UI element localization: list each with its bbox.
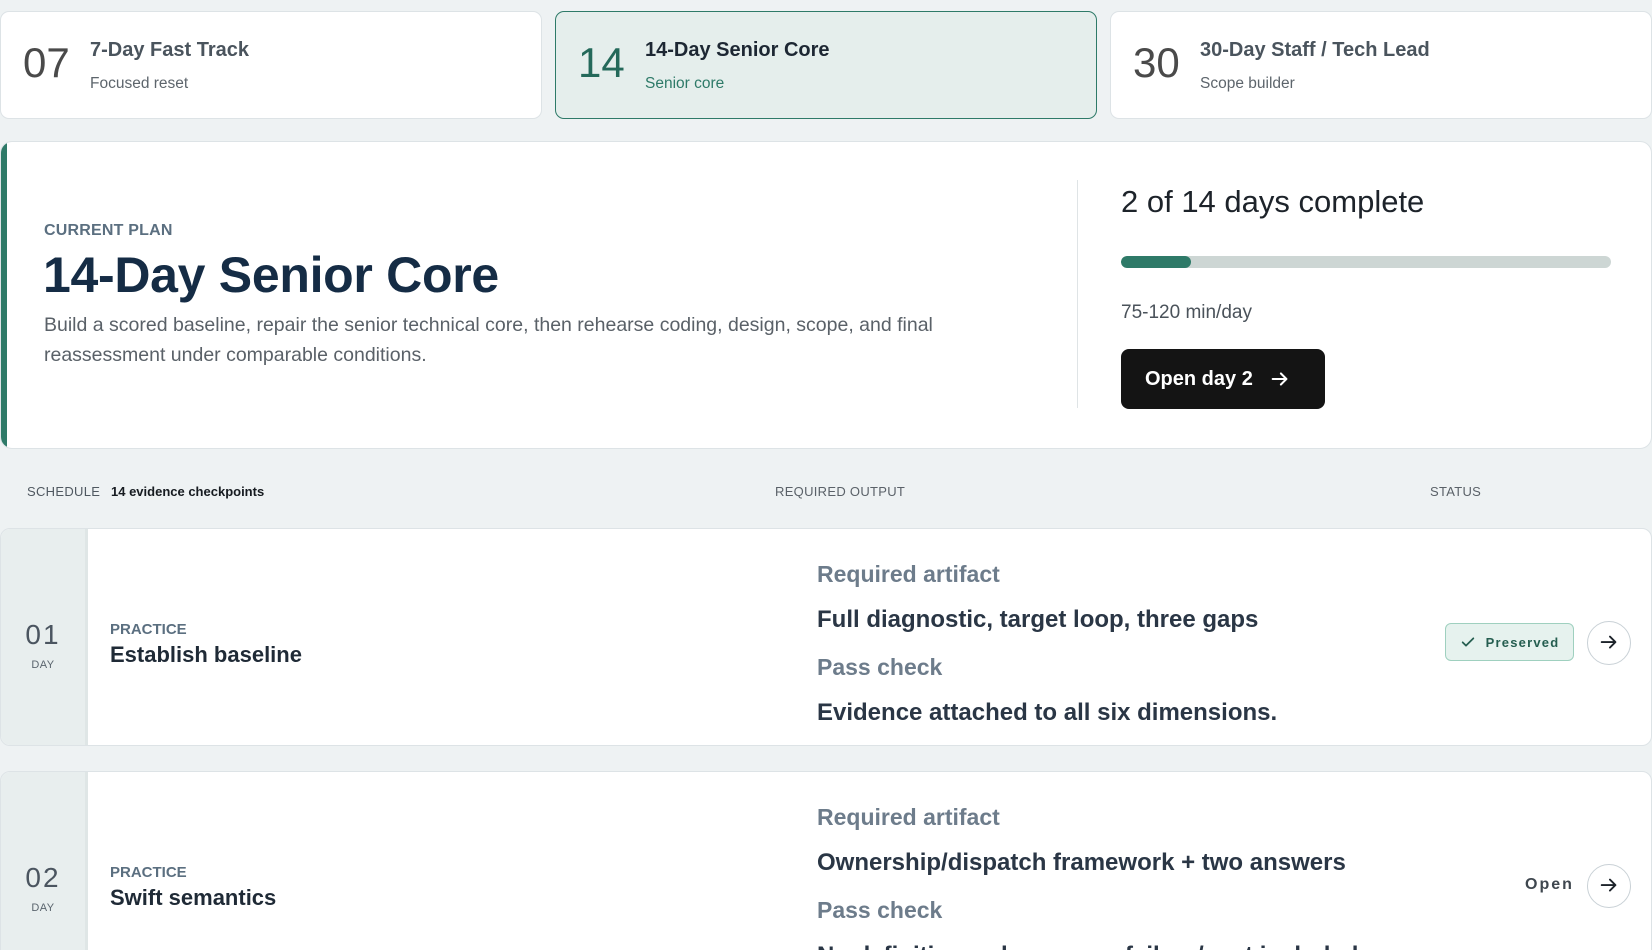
column-required-output: REQUIRED OUTPUT	[775, 484, 906, 499]
plan-number: 07	[23, 39, 70, 86]
plan-tab-14-day[interactable]: 14 14-Day Senior Core Senior core	[555, 11, 1097, 119]
plan-tabs: 07 7-Day Fast Track Focused reset 14 14-…	[0, 11, 1652, 119]
artifact-heading: Required artifact	[817, 561, 1000, 587]
current-plan-title: 14-Day Senior Core	[43, 247, 499, 303]
plan-subtitle: Focused reset	[90, 75, 189, 92]
arrow-right-icon	[1600, 635, 1617, 649]
arrow-right-icon	[1271, 372, 1288, 386]
day-kind: PRACTICE	[110, 864, 187, 881]
day-row[interactable]: 02 DAY PRACTICE Swift semantics Required…	[0, 771, 1652, 950]
plan-title: 7-Day Fast Track	[90, 39, 249, 61]
pass-check-heading: Pass check	[817, 897, 943, 923]
pass-check-text: No definition-only answer; failure/cost …	[817, 942, 1365, 950]
day-title: Swift semantics	[110, 885, 277, 910]
current-plan-card: CURRENT PLAN 14-Day Senior Core Build a …	[0, 141, 1652, 449]
artifact-text: Full diagnostic, target loop, three gaps	[817, 606, 1259, 633]
day-badge: 02 DAY	[1, 772, 88, 950]
pass-check-text: Evidence attached to all six dimensions.	[817, 699, 1278, 726]
plan-subtitle: Scope builder	[1200, 75, 1295, 92]
open-day-arrow-button[interactable]	[1587, 621, 1631, 665]
day-label: DAY	[31, 659, 55, 671]
day-label: DAY	[31, 902, 55, 914]
daily-duration: 75-120 min/day	[1121, 302, 1252, 323]
plan-number: 14	[578, 39, 625, 86]
day-number: 02	[25, 862, 61, 893]
plan-tab-30-day[interactable]: 30 30-Day Staff / Tech Lead Scope builde…	[1110, 11, 1652, 119]
card-divider	[1077, 180, 1078, 408]
pass-check-heading: Pass check	[817, 654, 943, 680]
open-day-button-label: Open day 2	[1145, 367, 1253, 390]
status-text: Preserved	[1485, 634, 1560, 650]
plan-title: 14-Day Senior Core	[645, 39, 830, 61]
arrow-right-icon	[1600, 878, 1617, 892]
plan-tab-7-day[interactable]: 07 7-Day Fast Track Focused reset	[0, 11, 542, 119]
day-kind: PRACTICE	[110, 621, 187, 638]
column-status: STATUS	[1430, 484, 1482, 499]
plan-title: 30-Day Staff / Tech Lead	[1200, 39, 1430, 61]
plan-subtitle: Senior core	[645, 75, 725, 92]
plan-number: 30	[1133, 39, 1180, 86]
progress-summary: 2 of 14 days complete	[1121, 184, 1425, 219]
day-badge: 01 DAY	[1, 529, 88, 745]
status-text-open: Open	[1525, 876, 1574, 893]
progress-bar	[1121, 256, 1611, 268]
artifact-heading: Required artifact	[817, 804, 1000, 830]
day-title: Establish baseline	[110, 642, 302, 667]
open-day-arrow-button[interactable]	[1587, 864, 1631, 908]
checkpoint-count: 14 evidence checkpoints	[111, 484, 265, 499]
day-row[interactable]: 01 DAY PRACTICE Establish baseline Requi…	[0, 528, 1652, 746]
current-plan-eyebrow: CURRENT PLAN	[44, 222, 173, 239]
artifact-text: Ownership/dispatch framework + two answe…	[817, 849, 1346, 876]
schedule-header: SCHEDULE 14 evidence checkpoints REQUIRE…	[0, 484, 1652, 504]
day-number: 01	[25, 619, 61, 650]
open-day-button[interactable]: Open day 2	[1121, 349, 1325, 409]
current-plan-description: Build a scored baseline, repair the seni…	[44, 314, 933, 366]
progress-bar-fill	[1121, 256, 1192, 268]
check-icon	[1461, 637, 1474, 647]
schedule-label: SCHEDULE	[27, 484, 101, 499]
status-badge-preserved: Preserved	[1445, 623, 1574, 661]
plan-accent-bar	[1, 142, 7, 448]
